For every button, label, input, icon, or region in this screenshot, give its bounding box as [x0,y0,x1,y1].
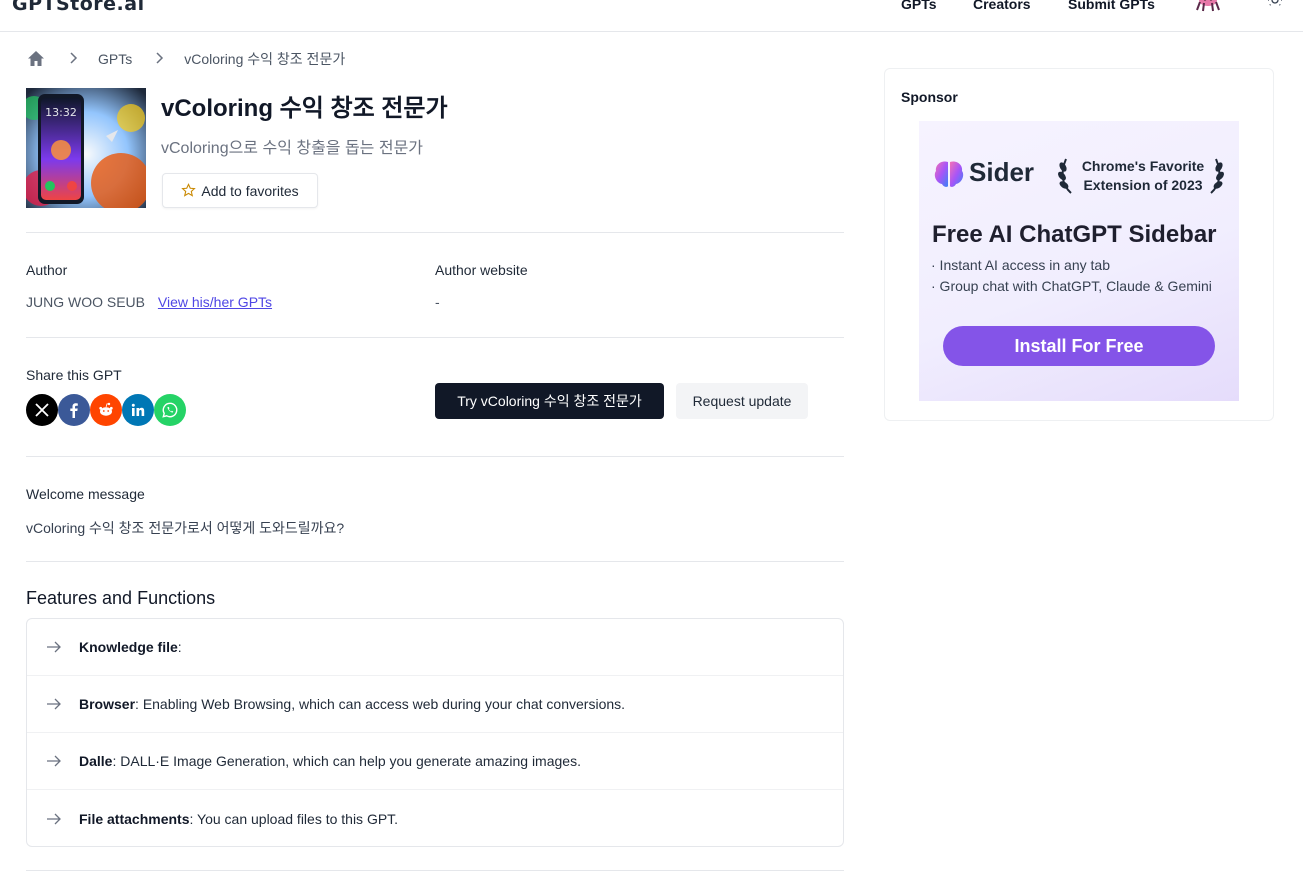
feature-item: Dalle: DALL·E Image Generation, which ca… [27,733,843,790]
feature-name: Browser [79,696,136,712]
ad-bullet: · Group chat with ChatGPT, Claude & Gemi… [931,278,1212,294]
chevron-right-icon [68,51,78,67]
author-name: JUNG WOO SEUB [26,294,146,310]
feature-desc: You can upload files to this GPT. [197,810,399,827]
arrow-right-icon [47,698,61,710]
feature-desc: Enabling Web Browsing, which can access … [142,696,626,712]
star-icon [181,183,197,197]
home-icon[interactable] [26,49,46,69]
divider [26,232,844,233]
author-website-value: - [435,294,440,310]
nav-gpts[interactable]: GPTs [901,0,937,12]
sponsor-label: Sponsor [901,89,958,105]
ad-headline: Free AI ChatGPT Sidebar [932,221,1217,248]
user-avatar[interactable] [1194,0,1222,16]
view-author-gpts-link[interactable]: View his/her GPTs [158,294,272,310]
feature-item: Knowledge file: [27,619,843,676]
site-logo[interactable]: GPTStore.ai [12,0,145,15]
ad-award-text: Chrome's Favorite Extension of 2023 [1081,158,1205,193]
theme-toggle-sun-icon[interactable] [1266,0,1284,14]
breadcrumb-current: vColoring 수익 창조 전문가 [184,51,346,67]
arrow-right-icon [47,641,61,653]
ad-brand: Sider [969,157,1035,187]
try-gpt-button[interactable]: Try vColoring 수익 창조 전문가 [435,383,664,419]
feature-name: File attachments [79,810,190,827]
arrow-right-icon [47,813,61,824]
features-list: Knowledge file: Browser: Enabling Web Br… [26,618,844,847]
author-info: JUNG WOO SEUB View his/her GPTs [26,294,272,310]
share-whatsapp-icon[interactable] [154,394,186,426]
divider [26,456,844,457]
feature-item: File attachments: You can upload files t… [27,790,843,847]
feature-desc: DALL·E Image Generation, which can help … [120,753,581,769]
features-title: Features and Functions [26,588,216,608]
author-label: Author [26,262,68,278]
share-facebook-icon[interactable] [58,394,90,426]
svg-text:13:32: 13:32 [45,106,77,119]
sponsor-ad-banner[interactable]: Sider Chrome's Favorite Extension of 202… [919,121,1239,401]
chevron-right-icon [154,51,164,67]
laurel-right-icon [1210,158,1224,194]
laurel-left-icon [1058,158,1072,194]
breadcrumb: GPTs vColoring 수익 창조 전문가 [26,48,345,70]
add-to-favorites-label: Add to favorites [201,182,299,199]
divider [26,870,844,871]
nav-submit-gpts[interactable]: Submit GPTs [1068,0,1155,12]
gpt-thumbnail: 13:32 [26,88,146,208]
divider [26,337,844,338]
top-navbar: GPTStore.ai GPTs Creators Submit GPTs [0,0,1303,32]
sponsor-card: Sponsor Sider Chrome's Favorite Extensio… [884,68,1274,421]
share-reddit-icon[interactable] [90,394,122,426]
welcome-label: Welcome message [26,486,145,502]
nav-creators[interactable]: Creators [973,0,1031,12]
gpt-title: vColoring 수익 창조 전문가 [161,95,448,122]
arrow-right-icon [47,755,61,767]
ad-bullet: · Instant AI access in any tab [931,257,1110,273]
request-update-button[interactable]: Request update [676,383,808,419]
share-x-icon[interactable] [26,394,58,426]
author-website-label: Author website [435,262,528,278]
gpt-subtitle: vColoring으로 수익 창출을 돕는 전문가 [161,140,424,157]
share-label: Share this GPT [26,367,122,383]
ad-install-button[interactable]: Install For Free [943,326,1215,366]
divider [26,561,844,562]
sider-logo-icon [934,161,964,187]
feature-item: Browser: Enabling Web Browsing, which ca… [27,676,843,733]
add-to-favorites-button[interactable]: Add to favorites [162,173,318,208]
share-linkedin-icon[interactable] [122,394,154,426]
welcome-text: vColoring 수익 창조 전문가로서 어떻게 도와드릴까요? [26,520,345,536]
feature-name: Knowledge file [79,639,178,655]
feature-name: Dalle [79,753,113,769]
breadcrumb-gpts[interactable]: GPTs [98,51,132,67]
